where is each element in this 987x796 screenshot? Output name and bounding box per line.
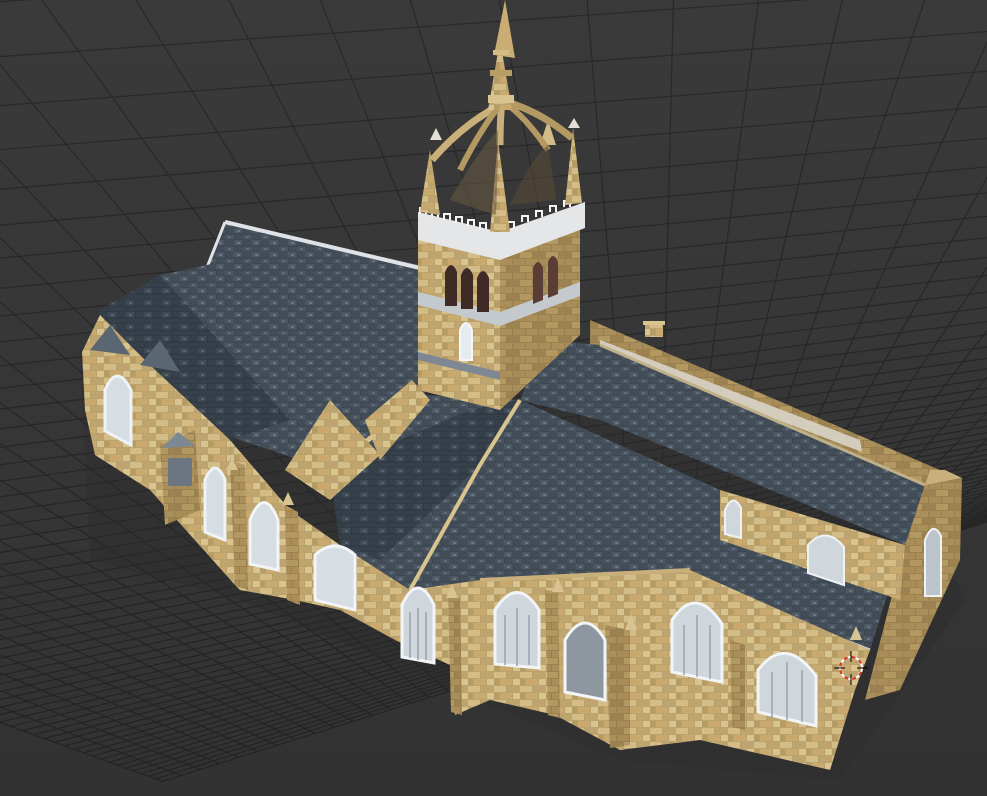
3d-viewport[interactable]	[0, 0, 987, 796]
south-window-5	[563, 621, 607, 702]
south-window-2	[313, 544, 357, 612]
south-window-1	[248, 501, 280, 572]
east-chimney	[643, 321, 665, 337]
viewport-scene[interactable]	[0, 0, 987, 796]
